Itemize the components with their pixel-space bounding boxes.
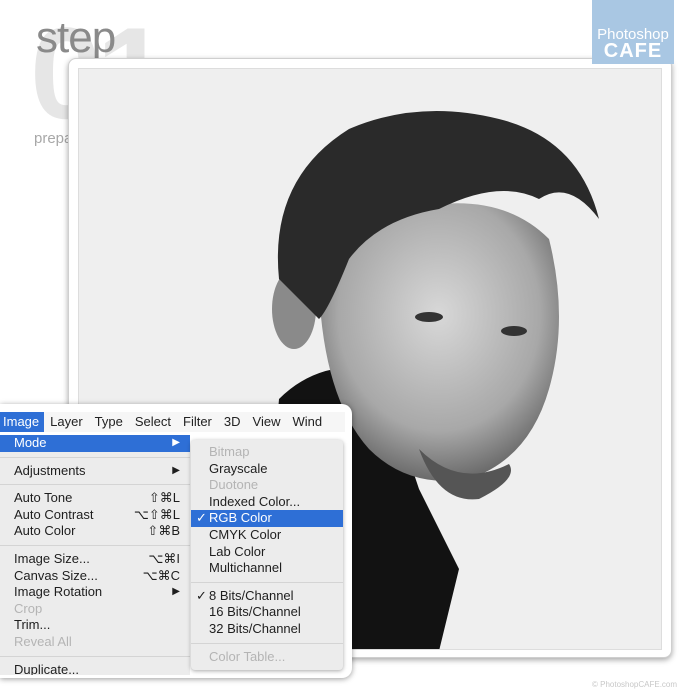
menu-item-lab-color[interactable]: Lab Color	[191, 544, 343, 561]
menu-layer[interactable]: Layer	[44, 412, 89, 432]
copyright: © PhotoshopCAFE.com	[592, 680, 678, 689]
menu-item-label: Mode	[14, 435, 47, 450]
menu-item-label: Crop	[14, 600, 43, 616]
checkmark-icon: ✓	[196, 510, 207, 526]
menu-item-label: Reveal All	[14, 633, 72, 649]
menu-item-auto-contrast[interactable]: Auto Contrast ⌥⇧⌘L	[0, 507, 190, 524]
menu-item-label: Adjustments	[14, 462, 86, 478]
menu-item-label: Bitmap	[209, 444, 250, 459]
shortcut-label: ⌥⌘C	[142, 567, 180, 583]
mode-submenu: Bitmap Grayscale Duotone Indexed Color... ✓ R…	[191, 440, 343, 670]
menu-3d[interactable]: 3D	[218, 412, 247, 432]
menu-separator	[0, 452, 190, 463]
menu-item-mode[interactable]: Mode ▶	[0, 435, 190, 452]
menu-item-label: Image Rotation	[14, 584, 103, 600]
menu-item-rgb-color[interactable]: ✓ RGB Color	[191, 510, 343, 527]
menu-item-bitmap: Bitmap	[191, 444, 343, 461]
menu-view[interactable]: View	[247, 412, 287, 432]
menu-item-label: Auto Color	[14, 523, 76, 539]
shortcut-label: ⌥⇧⌘L	[133, 506, 180, 522]
menu-item-reveal-all: Reveal All	[0, 634, 190, 651]
submenu-arrow-icon: ▶	[172, 464, 180, 476]
menu-item-label: Canvas Size...	[14, 567, 98, 583]
menu-item-indexed-color[interactable]: Indexed Color...	[191, 494, 343, 511]
menu-item-label: Duplicate...	[14, 661, 80, 675]
menu-separator	[191, 638, 343, 649]
menu-item-label: Indexed Color...	[209, 493, 301, 509]
menu-image[interactable]: Image	[0, 412, 45, 432]
menu-item-color-table: Color Table...	[191, 649, 343, 666]
submenu-arrow-icon: ▶	[172, 586, 180, 598]
menu-item-multichannel[interactable]: Multichannel	[191, 560, 343, 577]
step-label: step	[36, 13, 116, 62]
menu-item-label: 32 Bits/Channel	[209, 620, 301, 636]
menu-item-label: Auto Contrast	[14, 506, 94, 522]
menu-item-16-bits-channel[interactable]: 16 Bits/Channel	[191, 604, 343, 621]
menu-item-auto-tone[interactable]: Auto Tone ⇧⌘L	[0, 490, 190, 507]
menu-item-label: Duotone	[209, 477, 259, 493]
menu-item-label: Auto Tone	[14, 490, 73, 506]
menu-item-crop: Crop	[0, 601, 190, 618]
checkmark-icon: ✓	[196, 587, 207, 603]
menu-item-grayscale[interactable]: Grayscale	[191, 461, 343, 478]
menu-separator	[0, 651, 190, 662]
menu-select[interactable]: Select	[129, 412, 177, 432]
menu-item-image-size[interactable]: Image Size... ⌥⌘I	[0, 551, 190, 568]
photoshopcafe-logo: Photoshop CAFE	[592, 0, 674, 64]
menu-type[interactable]: Type	[89, 412, 129, 432]
logo-line2: CAFE	[603, 40, 663, 62]
menu-item-duotone: Duotone	[191, 477, 343, 494]
menu-item-cmyk-color[interactable]: CMYK Color	[191, 527, 343, 544]
menu-item-label: Image Size...	[14, 550, 90, 566]
menu-separator	[191, 577, 343, 588]
menu-item-canvas-size[interactable]: Canvas Size... ⌥⌘C	[0, 568, 190, 585]
menu-separator	[0, 540, 190, 551]
menu-item-label: 8 Bits/Channel	[209, 587, 294, 603]
shortcut-label: ⇧⌘L	[148, 490, 180, 506]
menu-item-duplicate[interactable]: Duplicate...	[0, 662, 190, 675]
menu-separator	[0, 479, 190, 490]
menubar: Image Layer Type Select Filter 3D View Wind	[0, 412, 345, 432]
menu-item-label: CMYK Color	[209, 526, 282, 542]
shortcut-label: ⇧⌘B	[147, 523, 180, 539]
menu-item-label: Multichannel	[209, 560, 282, 576]
menu-item-label: Lab Color	[209, 543, 266, 559]
menu-item-32-bits-channel[interactable]: 32 Bits/Channel	[191, 621, 343, 638]
menu-item-label: Grayscale	[209, 460, 268, 476]
menu-item-label: Trim...	[14, 617, 51, 633]
menu-screenshot: Image Layer Type Select Filter 3D View Wind Mod…	[0, 404, 352, 678]
menu-item-8-bits-channel[interactable]: ✓ 8 Bits/Channel	[191, 588, 343, 605]
menu-item-label: RGB Color	[209, 510, 272, 526]
submenu-arrow-icon: ▶	[172, 437, 180, 448]
menu-filter[interactable]: Filter	[177, 412, 218, 432]
image-menu: Mode ▶ Adjustments ▶ Auto Tone ⇧⌘L Auto Contra…	[0, 435, 190, 675]
menu-item-adjustments[interactable]: Adjustments ▶	[0, 463, 190, 480]
menu-item-trim[interactable]: Trim...	[0, 617, 190, 634]
menu-item-auto-color[interactable]: Auto Color ⇧⌘B	[0, 523, 190, 540]
menu-wind[interactable]: Wind	[286, 412, 328, 432]
menu-item-image-rotation[interactable]: Image Rotation ▶	[0, 584, 190, 601]
menu-item-label: Color Table...	[209, 648, 286, 664]
shortcut-label: ⌥⌘I	[148, 550, 180, 566]
menu-item-label: 16 Bits/Channel	[209, 604, 301, 620]
